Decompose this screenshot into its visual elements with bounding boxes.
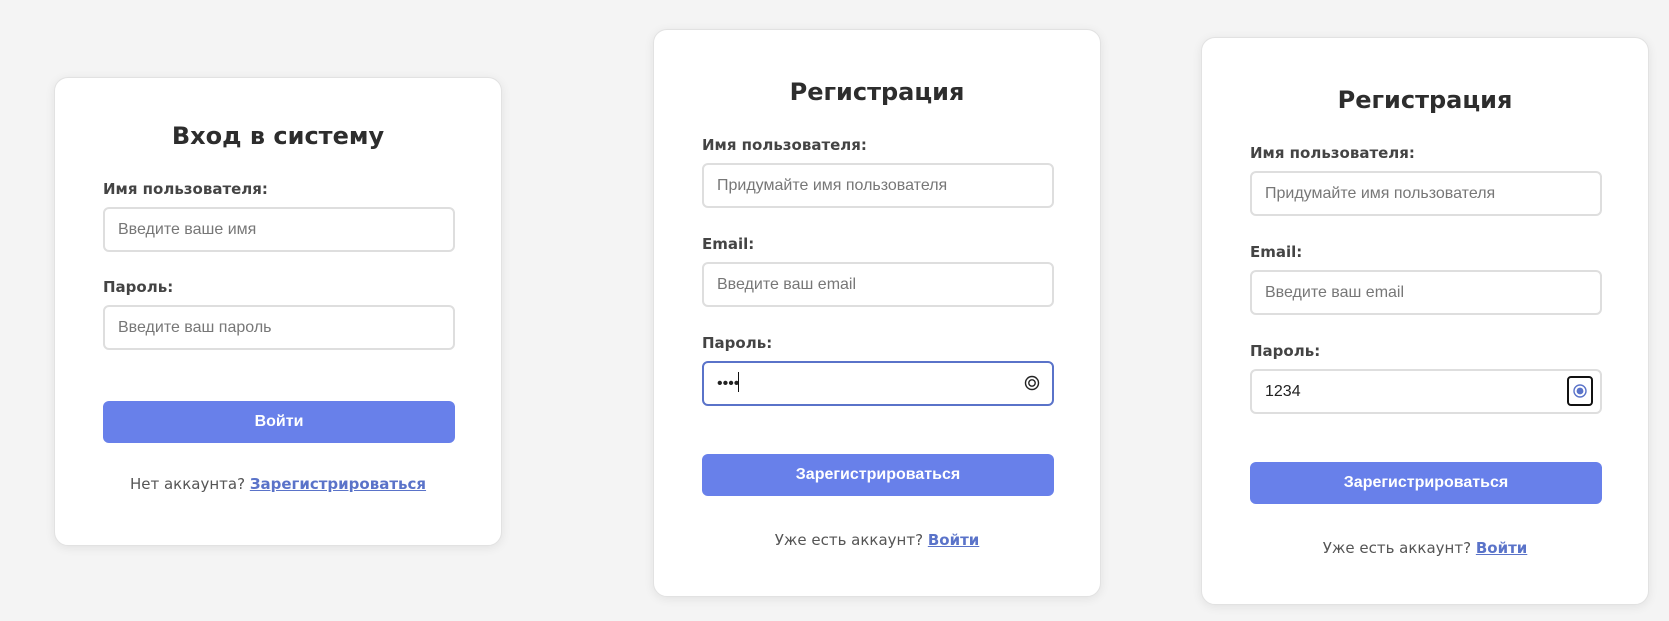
register-prompt: Нет аккаунта? Зарегистрироваться bbox=[55, 475, 501, 493]
register-link[interactable]: Зарегистрироваться bbox=[250, 475, 426, 493]
login-title: Вход в систему bbox=[171, 122, 385, 150]
username-label: Имя пользователя: bbox=[702, 136, 867, 154]
password-label: Пароль: bbox=[103, 278, 174, 296]
email-label: Email: bbox=[1250, 243, 1303, 261]
password-input[interactable] bbox=[702, 361, 1054, 406]
register-card: Регистрация Имя пользователя: Email: Пар… bbox=[653, 29, 1101, 597]
register-title: Регистрация bbox=[789, 78, 965, 106]
password-label: Пароль: bbox=[1250, 342, 1321, 360]
username-label: Имя пользователя: bbox=[1250, 144, 1415, 162]
login-prompt-text: Уже есть аккаунт? bbox=[774, 531, 924, 549]
username-input[interactable] bbox=[103, 207, 455, 252]
password-input[interactable] bbox=[1250, 369, 1602, 414]
password-label: Пароль: bbox=[702, 334, 773, 352]
login-button[interactable]: Войти bbox=[103, 401, 455, 443]
text-caret bbox=[738, 372, 739, 392]
login-card: Вход в систему Имя пользователя: Пароль:… bbox=[54, 77, 502, 546]
login-link[interactable]: Войти bbox=[928, 531, 979, 549]
eye-icon[interactable] bbox=[1020, 371, 1044, 395]
register-prompt-text: Нет аккаунта? bbox=[129, 475, 246, 493]
register-button[interactable]: Зарегистрироваться bbox=[1250, 462, 1602, 504]
password-field bbox=[1250, 369, 1602, 414]
login-link[interactable]: Войти bbox=[1476, 539, 1527, 557]
register-button[interactable]: Зарегистрироваться bbox=[702, 454, 1054, 496]
email-input[interactable] bbox=[702, 262, 1054, 307]
username-label: Имя пользователя: bbox=[103, 180, 268, 198]
email-label: Email: bbox=[702, 235, 755, 253]
username-input[interactable] bbox=[1250, 171, 1602, 216]
login-prompt: Уже есть аккаунт? Войти bbox=[654, 531, 1100, 549]
register-title: Регистрация bbox=[1337, 86, 1513, 114]
email-input[interactable] bbox=[1250, 270, 1602, 315]
login-prompt: Уже есть аккаунт? Войти bbox=[1202, 539, 1648, 557]
login-prompt-text: Уже есть аккаунт? bbox=[1322, 539, 1472, 557]
eye-icon[interactable] bbox=[1567, 376, 1593, 406]
username-input[interactable] bbox=[702, 163, 1054, 208]
password-field bbox=[702, 361, 1054, 406]
password-input[interactable] bbox=[103, 305, 455, 350]
register-card: Регистрация Имя пользователя: Email: Пар… bbox=[1201, 37, 1649, 605]
